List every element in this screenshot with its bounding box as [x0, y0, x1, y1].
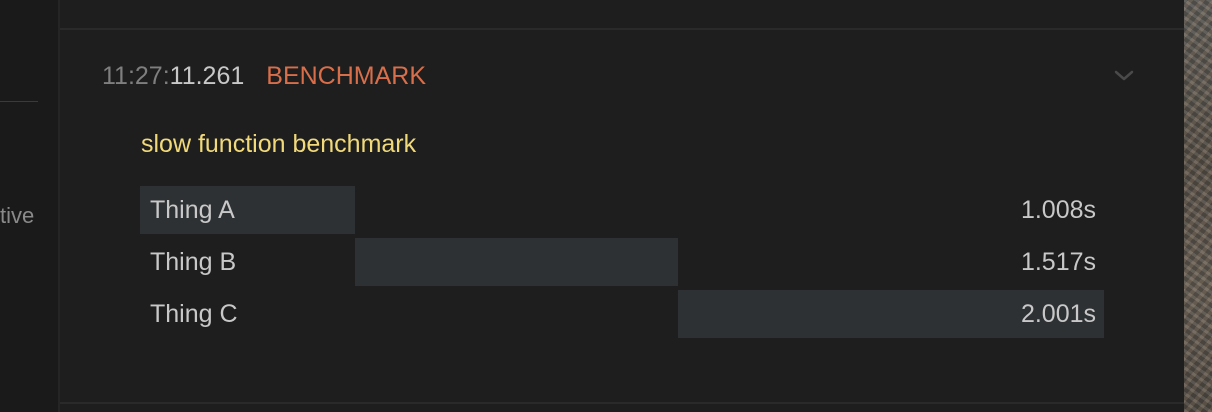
benchmark-table: Thing A 1.008s Thing B 1.517s Thing C 2.… [140, 186, 1104, 340]
timestamp-hours-minutes: 11:27: [102, 61, 170, 90]
benchmark-title: slow function benchmark [141, 130, 417, 158]
log-panel: 11:27: 11.261 BENCHMARK slow function be… [60, 0, 1184, 412]
row-label: Thing C [150, 300, 238, 328]
timing-bar [354, 238, 678, 286]
log-entry-header: 11:27: 11.261 BENCHMARK [102, 60, 426, 92]
row-duration: 2.001s [1020, 300, 1096, 328]
background-image-strip [1184, 0, 1212, 412]
sidebar-divider [0, 101, 38, 102]
app-window: tive 11:27: 11.261 BENCHMARK slow functi… [0, 0, 1212, 412]
divider-bottom [60, 402, 1184, 404]
sidebar-item-label[interactable]: tive [0, 203, 34, 229]
chevron-down-icon[interactable] [1112, 66, 1136, 84]
timestamp-seconds: 11.261 [169, 61, 245, 90]
benchmark-row: Thing C 2.001s [140, 290, 1104, 338]
log-type-tag: BENCHMARK [266, 61, 427, 90]
row-label: Thing B [150, 248, 237, 276]
sidebar: tive [0, 0, 60, 412]
benchmark-row: Thing A 1.008s [140, 186, 1104, 234]
divider-top [60, 28, 1184, 30]
row-duration: 1.008s [1020, 196, 1096, 224]
row-duration: 1.517s [1020, 248, 1096, 276]
benchmark-row: Thing B 1.517s [140, 238, 1104, 286]
row-label: Thing A [150, 196, 235, 224]
